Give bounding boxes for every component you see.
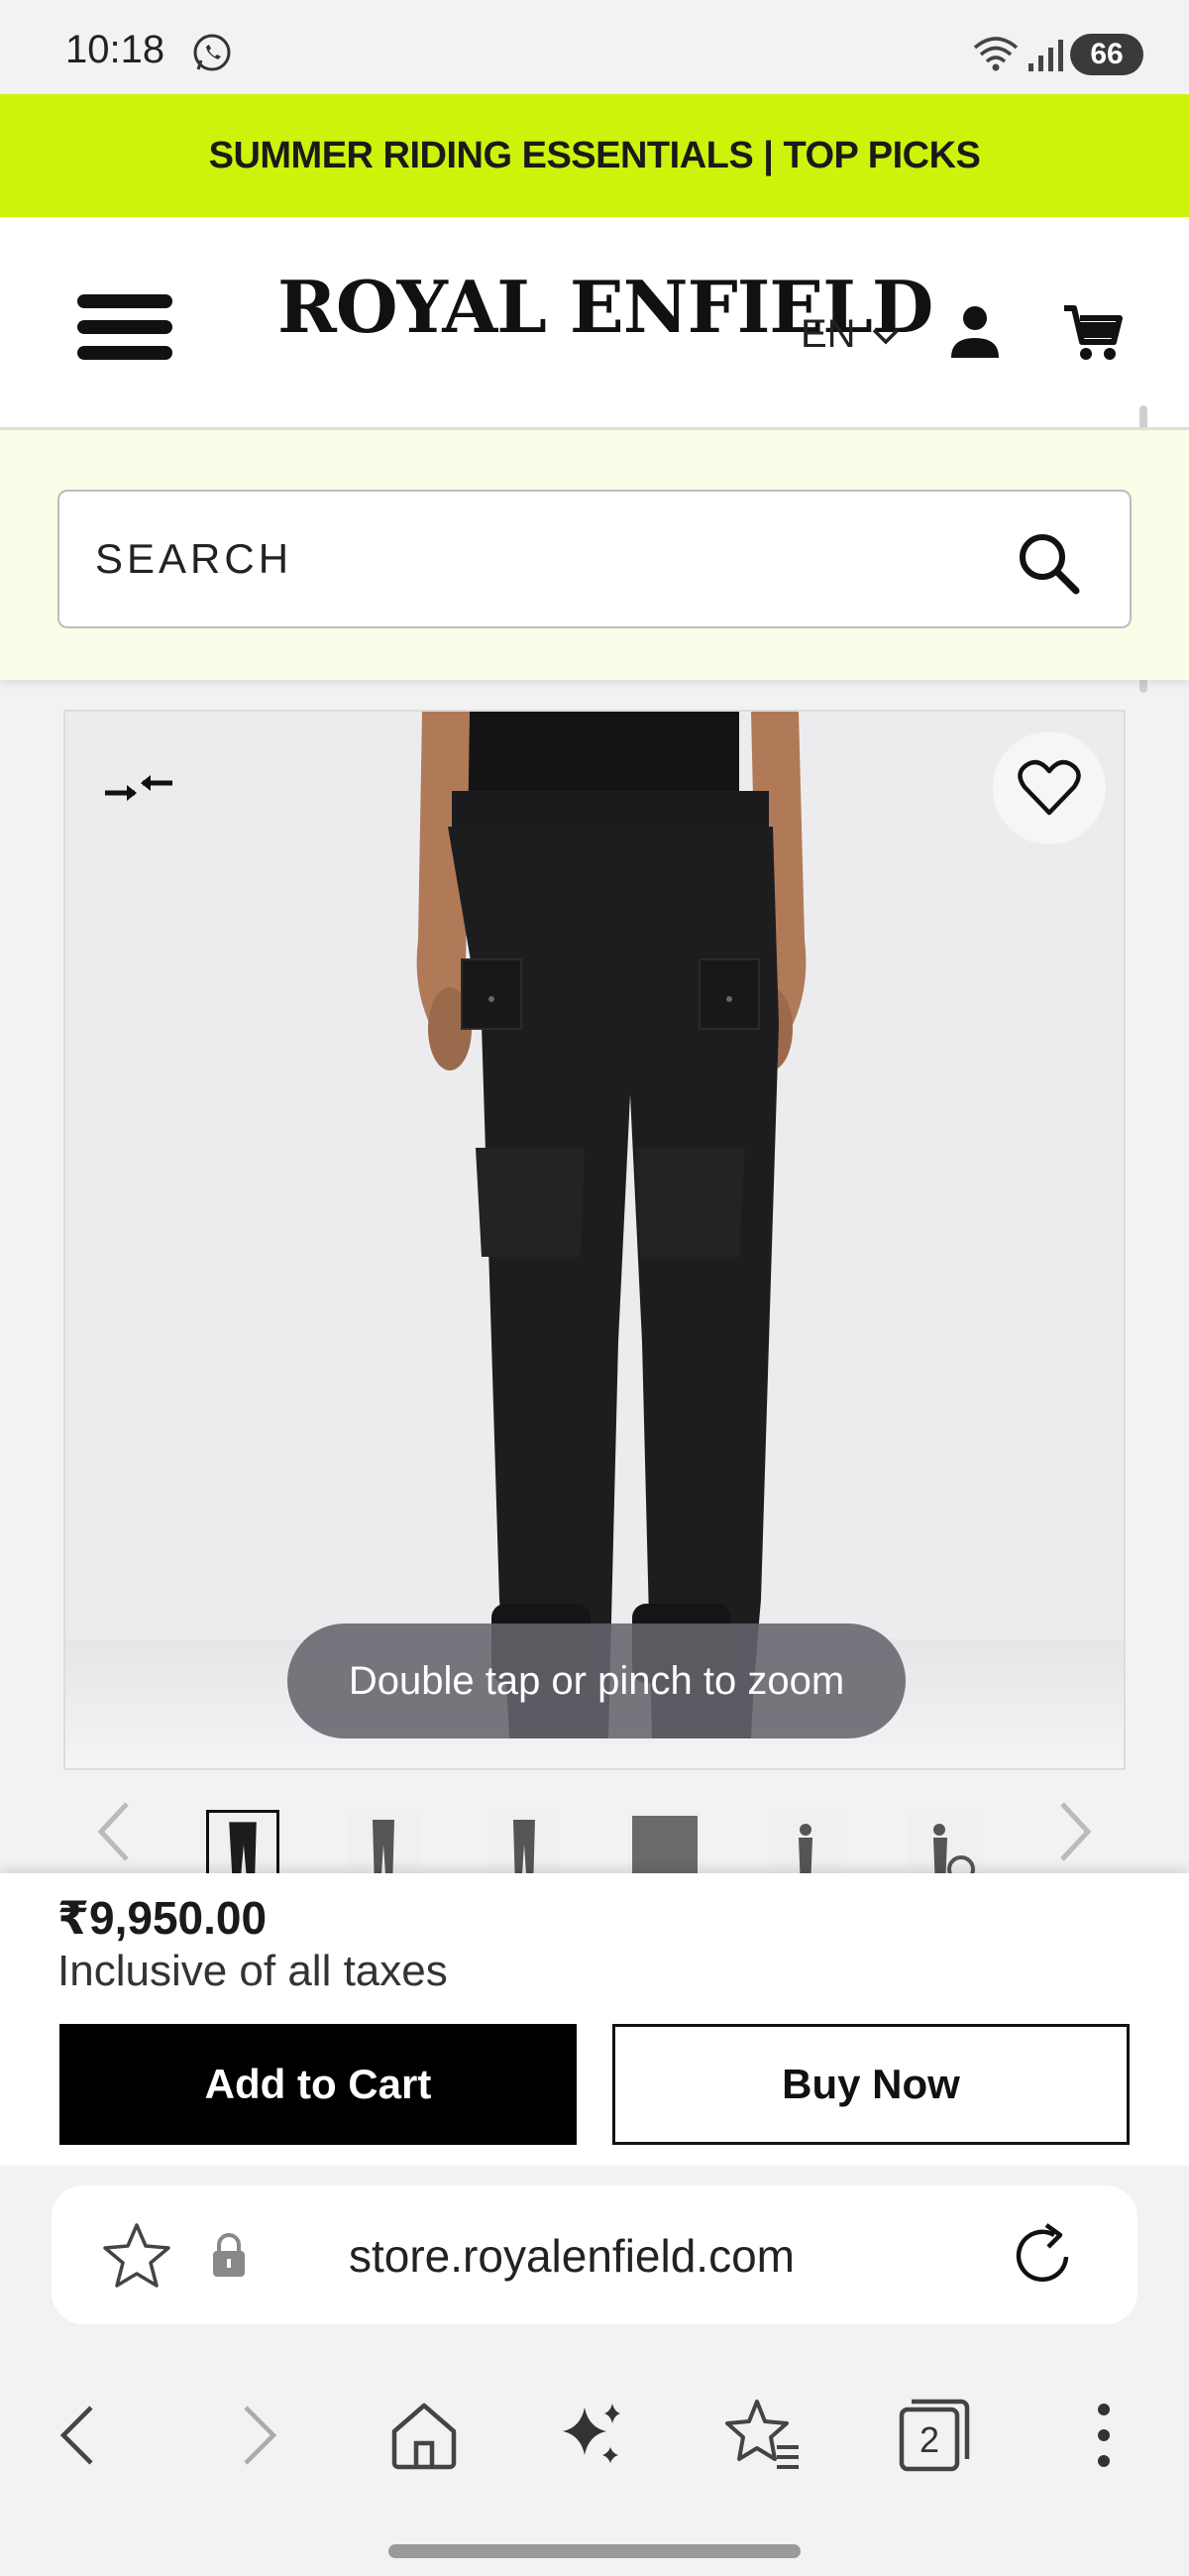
bookmark-star-icon[interactable]	[101, 2219, 172, 2291]
buy-now-button[interactable]: Buy Now	[612, 2024, 1130, 2145]
purchase-bar: ₹9,950.00 Inclusive of all taxes Add to …	[0, 1873, 1189, 2166]
signal-icon	[1028, 40, 1063, 71]
wifi-icon	[973, 37, 1019, 71]
cart-icon[interactable]	[1060, 300, 1126, 366]
thumbnail-4[interactable]	[628, 1810, 702, 1873]
chevron-right-icon[interactable]	[1044, 1796, 1104, 1867]
thumbnail-5[interactable]	[769, 1810, 842, 1873]
lock-icon[interactable]	[208, 2231, 250, 2279]
menu-icon[interactable]	[77, 277, 172, 372]
compare-icon[interactable]	[101, 759, 176, 819]
browser-chrome: store.royalenfield.com 2	[0, 2166, 1189, 2576]
chevron-left-icon[interactable]	[85, 1796, 145, 1867]
zoom-hint-toast: Double tap or pinch to zoom	[287, 1624, 906, 1738]
browser-nav-row: 2	[0, 2384, 1189, 2493]
chevron-down-icon[interactable]	[868, 320, 904, 350]
ai-sparkle-icon[interactable]	[551, 2394, 634, 2477]
reload-icon[interactable]	[1007, 2219, 1080, 2293]
gesture-home-bar[interactable]	[388, 2544, 801, 2558]
thumbnail-1[interactable]	[206, 1810, 279, 1873]
url-text[interactable]: store.royalenfield.com	[349, 2229, 795, 2283]
riding-pants-photo	[416, 712, 807, 1738]
thumbnail-strip	[0, 1782, 1189, 1873]
product-image[interactable]: Double tap or pinch to zoom	[63, 710, 1126, 1770]
forward-icon[interactable]	[214, 2394, 297, 2477]
back-icon[interactable]	[40, 2394, 123, 2477]
tabs-button[interactable]: 2	[892, 2394, 975, 2477]
tax-note: Inclusive of all taxes	[57, 1947, 448, 1995]
battery-indicator: 66	[1070, 34, 1143, 75]
status-time: 10:18	[65, 28, 165, 71]
promo-banner[interactable]: SUMMER RIDING ESSENTIALS | TOP PICKS	[0, 94, 1189, 217]
search-box[interactable]	[57, 490, 1132, 628]
language-selector[interactable]: EN	[801, 312, 856, 357]
site-header: ROYAL ENFIELD EN	[0, 217, 1189, 693]
add-to-cart-button[interactable]: Add to Cart	[59, 2024, 577, 2145]
home-icon[interactable]	[382, 2394, 466, 2477]
more-options-icon[interactable]	[1062, 2394, 1145, 2477]
search-icon[interactable]	[1013, 527, 1086, 601]
status-bar: 10:18 66	[0, 0, 1189, 94]
wishlist-button[interactable]	[993, 731, 1106, 844]
address-bar[interactable]: store.royalenfield.com	[52, 2185, 1137, 2324]
search-area	[0, 427, 1189, 680]
thumbnail-3[interactable]	[487, 1810, 561, 1873]
thumbnail-2[interactable]	[347, 1810, 420, 1873]
heart-icon	[1018, 759, 1081, 816]
user-icon[interactable]	[943, 300, 1007, 364]
whatsapp-icon	[193, 34, 231, 71]
promo-text: SUMMER RIDING ESSENTIALS | TOP PICKS	[208, 134, 981, 176]
thumbnail-6[interactable]	[910, 1810, 983, 1873]
tabs-count: 2	[919, 2419, 940, 2460]
product-price: ₹9,950.00	[57, 1892, 268, 1944]
search-input[interactable]	[95, 535, 987, 583]
bookmarks-icon[interactable]	[721, 2394, 805, 2477]
